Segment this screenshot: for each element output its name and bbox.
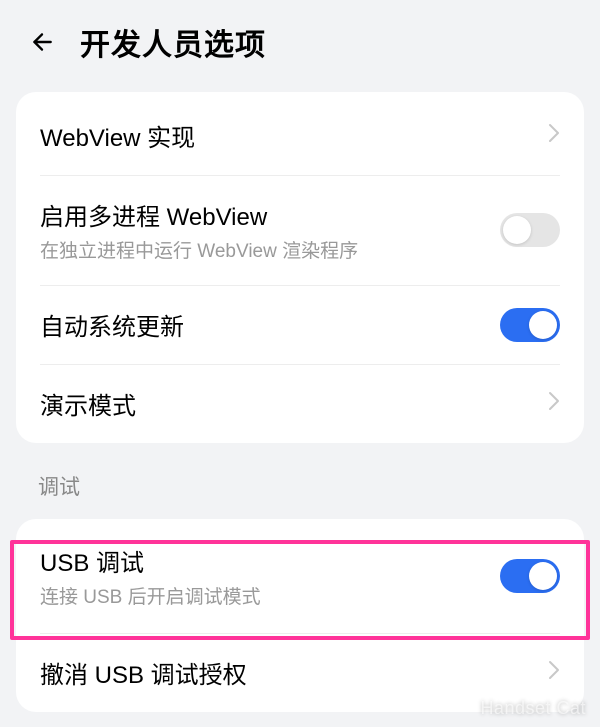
- row-title: 演示模式: [40, 386, 536, 421]
- row-revoke-usb-authorization[interactable]: 撤消 USB 调试授权: [16, 633, 584, 712]
- settings-card-main: WebView 实现 启用多进程 WebView 在独立进程中运行 WebVie…: [16, 92, 584, 443]
- row-usb-debugging[interactable]: USB 调试 连接 USB 后开启调试模式: [16, 519, 584, 633]
- chevron-right-icon: [548, 391, 560, 416]
- section-header-debug: 调试: [0, 443, 600, 511]
- row-title: 启用多进程 WebView: [40, 197, 500, 232]
- row-subtitle: 连接 USB 后开启调试模式: [40, 582, 500, 609]
- toggle-usb-debugging[interactable]: [500, 559, 560, 593]
- row-title: 撤消 USB 调试授权: [40, 655, 536, 690]
- page-title: 开发人员选项: [80, 20, 266, 64]
- row-title: 自动系统更新: [40, 307, 500, 342]
- toggle-multiprocess-webview[interactable]: [500, 213, 560, 247]
- chevron-right-icon: [548, 123, 560, 148]
- row-demo-mode[interactable]: 演示模式: [16, 364, 584, 443]
- row-title: USB 调试: [40, 543, 500, 578]
- row-multiprocess-webview[interactable]: 启用多进程 WebView 在独立进程中运行 WebView 渲染程序: [16, 175, 584, 285]
- row-subtitle: 在独立进程中运行 WebView 渲染程序: [40, 236, 500, 263]
- settings-card-debug: USB 调试 连接 USB 后开启调试模式 撤消 USB 调试授权: [16, 519, 584, 712]
- chevron-right-icon: [548, 660, 560, 685]
- row-auto-system-update[interactable]: 自动系统更新: [16, 285, 584, 364]
- back-icon[interactable]: [28, 28, 56, 56]
- row-webview-implementation[interactable]: WebView 实现: [16, 96, 584, 175]
- toggle-auto-system-update[interactable]: [500, 308, 560, 342]
- row-title: WebView 实现: [40, 118, 536, 153]
